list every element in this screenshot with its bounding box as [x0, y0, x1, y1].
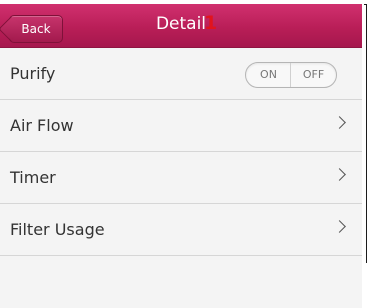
annotation-marker: 1: [204, 12, 218, 34]
toggle-on-option[interactable]: ON: [246, 63, 291, 87]
settings-row-air-flow[interactable]: Air Flow: [0, 100, 362, 152]
frame-border-line: [366, 4, 367, 263]
back-button[interactable]: Back: [0, 15, 63, 43]
row-label: Timer: [10, 168, 56, 187]
toggle-off-option[interactable]: OFF: [290, 63, 336, 87]
row-label: Purify: [10, 64, 56, 83]
row-label: Air Flow: [10, 116, 74, 135]
row-label: Filter Usage: [10, 220, 105, 239]
settings-row-partial: [0, 256, 362, 308]
header-bar: Detail Back: [0, 4, 362, 48]
chevron-right-icon: [333, 168, 346, 181]
back-button-label: Back: [21, 22, 51, 36]
settings-row-purify: Purify ON OFF: [0, 48, 362, 100]
chevron-right-icon: [333, 220, 346, 233]
settings-row-timer[interactable]: Timer: [0, 152, 362, 204]
settings-row-filter-usage[interactable]: Filter Usage: [0, 204, 362, 256]
purify-toggle[interactable]: ON OFF: [245, 62, 337, 88]
app-screen: Detail Back Purify ON OFF Air Flow Timer…: [0, 4, 362, 308]
chevron-right-icon: [333, 116, 346, 129]
frame-border-tick: [364, 4, 367, 5]
